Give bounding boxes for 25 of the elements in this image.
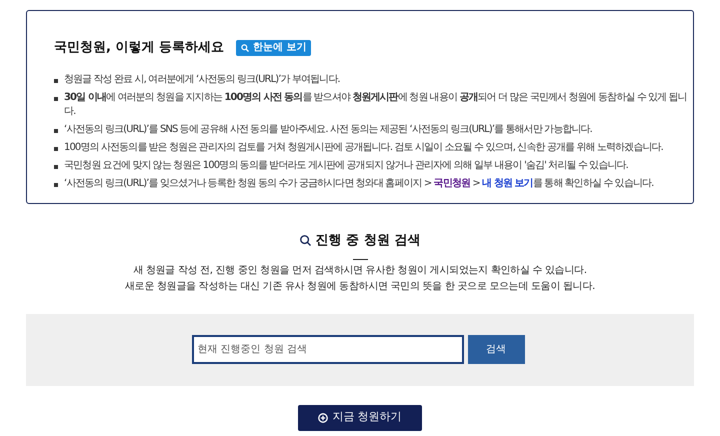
search-icon (300, 235, 311, 246)
bullet-icon (54, 96, 58, 100)
description-text: 새로운 청원글을 작성하는 대신 기존 유사 청원에 동참하시면 국민의 뜻을 한 곳으로 모으는데 도움이 됩니다. (125, 280, 595, 292)
search-button[interactable]: 검색 (468, 335, 524, 364)
breadcrumb-link[interactable]: 내 청원 보기 (482, 178, 533, 188)
bullet-icon (54, 146, 58, 150)
overview-button[interactable]: 한눈에 보기 (236, 40, 312, 56)
bullet-text: ‘사전동의 링크(URL)’를 SNS 등에 공유해 사전 동의를 받아주세요. 사전 동의는 제공된 ‘사전동의 링크(URL)’를 통해서만 가능합니다. (64, 122, 592, 136)
description-text: 새 청원글 작성 전, 진행 중인 청원을 먼저 검색하시면 유사한 청원이 게시되었는지 확인하실 수 있습니다. (133, 264, 587, 276)
breadcrumb-link[interactable]: 국민청원 (434, 178, 470, 188)
bullet-icon (54, 182, 58, 186)
bullet-text: ‘사전동의 링크(URL)’를 잊으셨거나 등록한 청원 동의 수가 궁금하시다면 청와대 홈페이지 > 국민청원 > 내 청원 보기를 통해 확인하실 수 있습니다. (64, 176, 654, 190)
bullet-text: 국민청원 요건에 맞지 않는 청원은 100명의 동의를 받더라도 게시판에 공개되지 않거나 관리자에 의해 일부 내용이 '숨김' 처리될 수 있습니다. (64, 158, 628, 172)
bullet-text: 청원글 작성 완료 시, 여러분에게 ‘사전동의 링크(URL)’가 부여됩니다. (64, 72, 340, 86)
bullet-icon (54, 164, 58, 168)
petition-button[interactable]: 지금 청원하기 (298, 404, 422, 430)
plus-circle-icon (318, 412, 328, 422)
bullet-text: 30일 이내에 여러분의 청원을 지지하는 100명의 사전 동의를 받으셔야 청원게시판에 청원 내용이 공개되어 더 많은 국민께서 청원에 동참하실 수 있게 됩니다. (64, 90, 688, 118)
bullet-icon (54, 128, 58, 132)
bullet-icon (54, 78, 58, 82)
guide-title: 국민청원, 이렇게 등록하세요 (54, 39, 224, 57)
search-icon (241, 44, 249, 52)
section-title: 진행 중 청원 검색 (316, 232, 420, 250)
bullet-text: 100명의 사전동의를 받은 청원은 관리자의 검토를 거쳐 청원게시판에 공개됩니다. 검토 시일이 소요될 수 있으며, 신속한 공개를 위해 노력하겠습니다. (64, 140, 663, 154)
search-field[interactable]: 현재 진행중인 청원 검색 (192, 335, 464, 364)
